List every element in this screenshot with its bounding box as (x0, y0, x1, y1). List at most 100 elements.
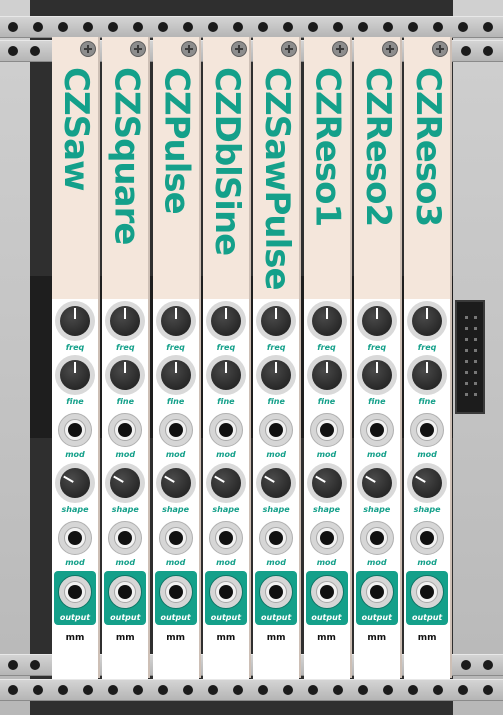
output-jack[interactable] (259, 575, 294, 609)
shape-mod-input-jack[interactable] (108, 521, 143, 555)
module-czsquare: CZSquare freq fine mod shape mod output mm (102, 37, 151, 679)
output-jack[interactable] (158, 575, 193, 609)
shape-mod-input-jack[interactable] (158, 521, 193, 555)
freq-knob[interactable] (306, 301, 347, 341)
output-jack[interactable] (108, 575, 143, 609)
shape-knob[interactable] (306, 463, 347, 503)
shape-knob[interactable] (205, 463, 246, 503)
shape-mod-input-jack[interactable] (309, 521, 344, 555)
rail-hole (258, 22, 268, 32)
control-panel: freq fine mod shape mod output mm (102, 299, 149, 679)
freq-knob[interactable] (155, 301, 196, 341)
shape-mod-label: mod (115, 558, 136, 567)
fine-knob[interactable] (205, 355, 246, 395)
mod-label: mod (316, 450, 337, 459)
module-czreso3: CZReso3 freq fine mod shape mod output mm (404, 37, 453, 679)
output-label: output (59, 613, 91, 622)
mod-input-jack[interactable] (208, 413, 243, 447)
output-section: output (305, 571, 348, 625)
shape-mod-label: mod (367, 558, 387, 567)
freq-knob[interactable] (356, 301, 397, 341)
fine-knob[interactable] (356, 355, 397, 395)
shape-mod-label: mod (65, 558, 85, 567)
shape-knob[interactable] (155, 463, 196, 503)
knob-cap (210, 360, 241, 390)
fine-knob[interactable] (306, 355, 347, 395)
freq-knob[interactable] (105, 301, 146, 341)
module-title-area: CZSawPulse (255, 67, 299, 317)
shape-knob[interactable] (407, 463, 448, 503)
rail-hole (483, 22, 493, 32)
knob-cap (110, 360, 141, 390)
mod-input-jack[interactable] (309, 413, 344, 447)
mod-input-jack[interactable] (259, 413, 294, 447)
module-title-area: CZSaw (54, 67, 98, 317)
mod-input-jack[interactable] (158, 413, 193, 447)
fine-knob[interactable] (55, 355, 95, 395)
shape-knob[interactable] (256, 463, 297, 503)
fine-label: fine (217, 397, 235, 406)
output-jack[interactable] (58, 575, 92, 609)
shape-knob[interactable] (356, 463, 397, 503)
rail-hole (483, 685, 493, 695)
mod-input-jack[interactable] (58, 413, 92, 447)
module-title: CZSawPulse (257, 67, 298, 290)
module-title: CZReso2 (357, 67, 398, 227)
fine-knob[interactable] (256, 355, 297, 395)
shape-mod-input-jack[interactable] (359, 521, 394, 555)
shape-label: shape (212, 505, 240, 514)
rail-hole (358, 22, 368, 32)
screw-icon (130, 41, 147, 57)
module-title-area: CZPulse (155, 67, 199, 317)
shape-mod-label: mod (266, 558, 286, 567)
rail-hole (108, 22, 118, 32)
freq-label: freq (65, 343, 85, 352)
shape-mod-input-jack[interactable] (208, 521, 243, 555)
shape-mod-input-jack[interactable] (58, 521, 92, 555)
freq-label: freq (116, 343, 135, 352)
brand-logo: mm (417, 633, 437, 643)
screw-icon (180, 41, 197, 57)
fine-knob[interactable] (155, 355, 196, 395)
rail-hole (83, 22, 93, 32)
connector-pin (474, 382, 477, 385)
output-section: output (406, 571, 449, 625)
knob-cap (361, 468, 392, 498)
knob-cap (210, 468, 241, 498)
module-title-area: CZReso1 (306, 67, 350, 317)
fine-label: fine (66, 397, 84, 406)
shape-knob[interactable] (105, 463, 146, 503)
shape-knob[interactable] (55, 463, 95, 503)
rail-hole (208, 22, 218, 32)
brand-logo: mm (216, 633, 236, 643)
shape-mod-input-jack[interactable] (410, 521, 445, 555)
mod-input-jack[interactable] (359, 413, 394, 447)
knob-cap (311, 468, 342, 498)
rack-view: { "modules": [ {"title": "CZSaw"}, {"tit… (0, 0, 503, 715)
fine-knob[interactable] (105, 355, 146, 395)
output-jack[interactable] (208, 575, 243, 609)
mod-input-jack[interactable] (410, 413, 445, 447)
shape-mod-input-jack[interactable] (259, 521, 294, 555)
screw-icon (381, 41, 398, 57)
fine-label: fine (166, 397, 185, 406)
output-jack[interactable] (359, 575, 394, 609)
output-jack[interactable] (309, 575, 344, 609)
freq-knob[interactable] (407, 301, 448, 341)
knob-cap (110, 306, 141, 336)
mod-input-jack[interactable] (108, 413, 143, 447)
freq-knob[interactable] (205, 301, 246, 341)
rail-hole (483, 46, 493, 56)
mod-label: mod (216, 450, 236, 459)
fine-knob[interactable] (407, 355, 448, 395)
output-label: output (210, 613, 242, 622)
output-jack[interactable] (410, 575, 445, 609)
module-title-area: CZSquare (104, 67, 148, 317)
rail-hole (8, 46, 18, 56)
knob-cap (160, 468, 191, 498)
freq-knob[interactable] (55, 301, 95, 341)
connector-pin (465, 382, 468, 385)
freq-knob[interactable] (256, 301, 297, 341)
shape-label: shape (61, 505, 89, 514)
knob-cap (210, 306, 241, 336)
